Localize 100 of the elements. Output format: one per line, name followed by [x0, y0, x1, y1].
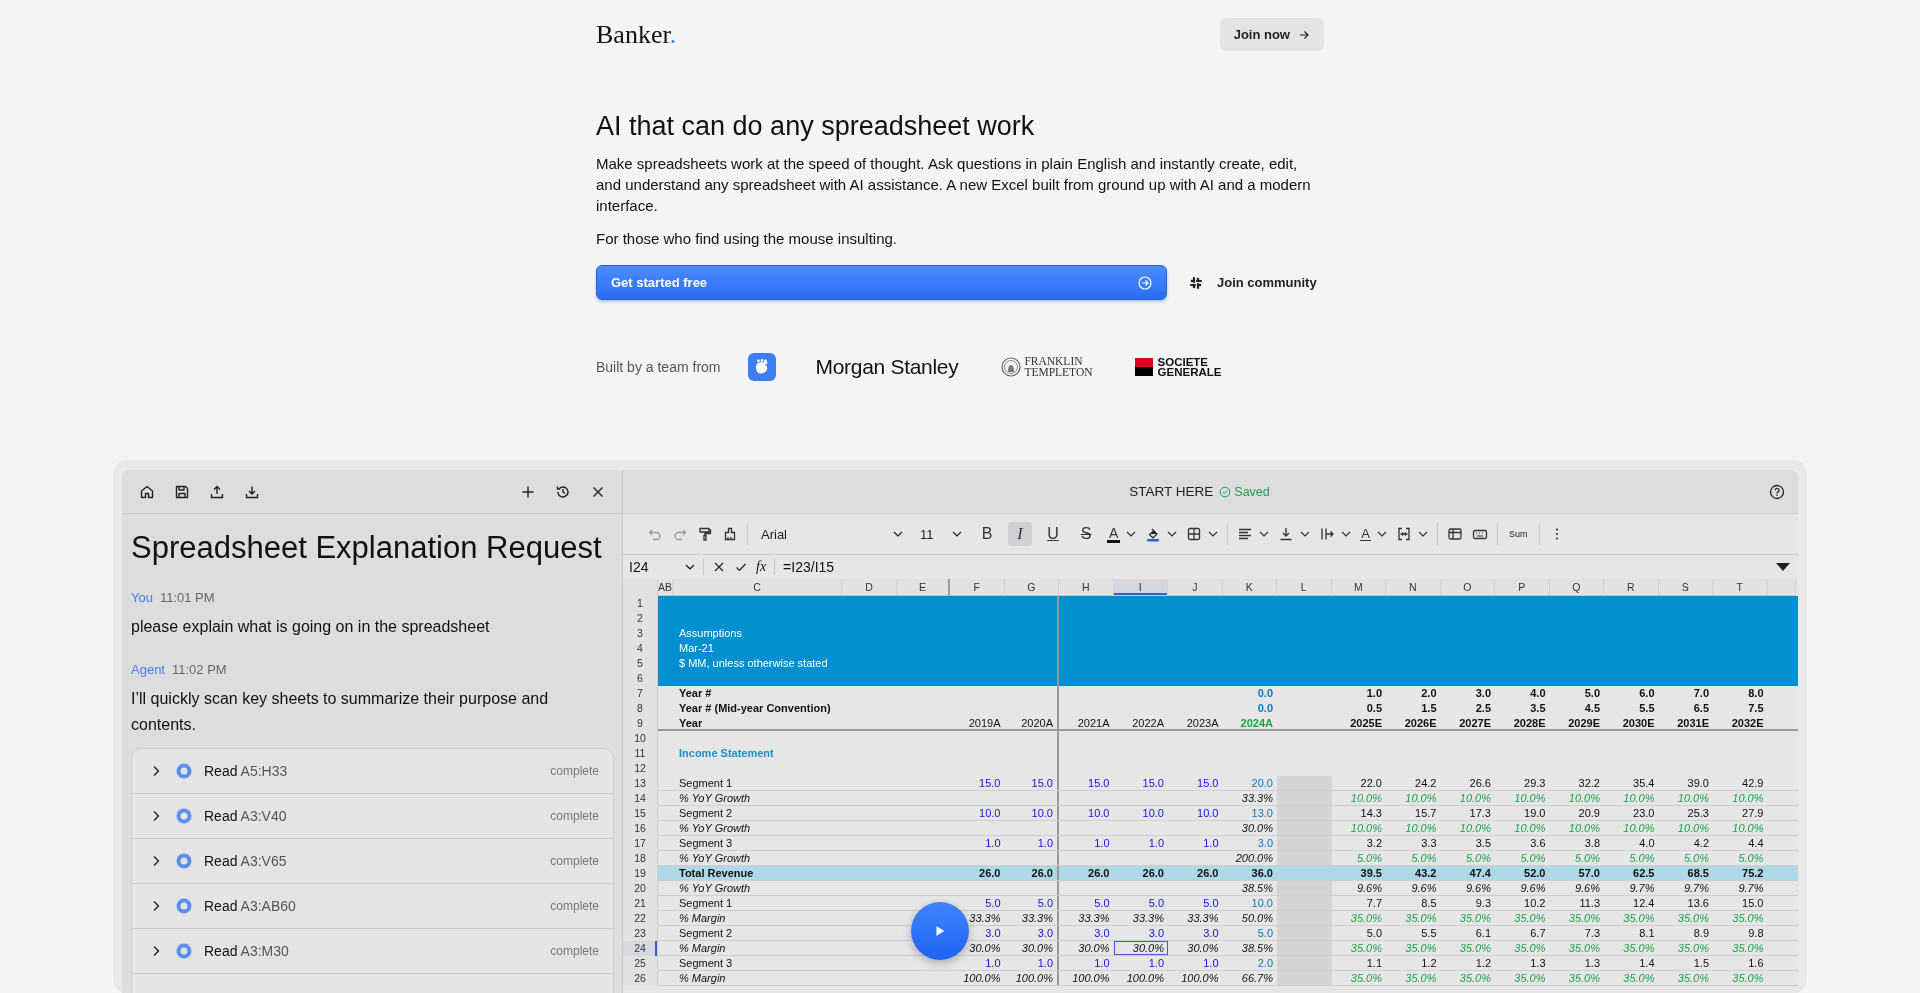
caret-icon[interactable] — [1126, 531, 1137, 537]
caret-icon[interactable] — [1259, 531, 1270, 537]
merge-cells-icon[interactable] — [1396, 526, 1412, 542]
get-started-button[interactable]: Get started free — [596, 265, 1167, 300]
brush-icon[interactable] — [722, 526, 738, 542]
row-number[interactable]: 16 — [623, 821, 658, 836]
row-number[interactable]: 1 — [623, 596, 658, 611]
row-number[interactable]: 20 — [623, 881, 658, 896]
column-header[interactable]: P — [1495, 579, 1550, 596]
column-header[interactable]: T — [1713, 579, 1768, 596]
fill-bucket-icon[interactable] — [1145, 526, 1162, 542]
table-cell-text: 35.0% — [1567, 971, 1601, 985]
cancel-icon[interactable] — [712, 560, 726, 574]
table-cell-text: 33.3% — [1077, 911, 1111, 925]
row-number[interactable]: 25 — [623, 956, 658, 971]
borders-icon[interactable] — [1186, 526, 1203, 542]
font-dropdown[interactable]: Arial — [757, 526, 907, 542]
row-number[interactable]: 5 — [623, 656, 658, 671]
save-icon[interactable] — [174, 483, 190, 500]
row-number[interactable]: 12 — [623, 761, 658, 776]
row-number[interactable]: 4 — [623, 641, 658, 656]
caret-icon[interactable] — [1377, 531, 1387, 537]
column-header[interactable]: AB — [658, 579, 673, 596]
column-header[interactable]: O — [1440, 579, 1495, 596]
column-header[interactable]: J — [1168, 579, 1223, 596]
paint-roller-icon[interactable] — [697, 526, 713, 542]
caret-icon[interactable] — [1341, 531, 1352, 537]
row-number[interactable]: 14 — [623, 791, 658, 806]
table-cell-text: 10.0% — [1622, 821, 1656, 835]
step-item[interactable]: Read A3:AB60 complete — [132, 884, 613, 929]
caret-icon[interactable] — [1208, 531, 1219, 537]
row-number[interactable]: 10 — [623, 731, 658, 746]
join-community-button[interactable]: Join community — [1189, 275, 1317, 290]
table-cell-text: 35.0% — [1349, 911, 1383, 925]
formula-field[interactable]: =I23/I15 — [783, 559, 835, 575]
row-number[interactable]: 8 — [623, 701, 658, 716]
text-style-button[interactable]: B — [975, 522, 999, 546]
row-number[interactable]: 6 — [623, 671, 658, 686]
text-color-button[interactable]: A — [1107, 525, 1121, 543]
column-header[interactable]: F — [950, 579, 1005, 596]
message-author: Agent — [131, 662, 165, 677]
column-header[interactable]: M — [1331, 579, 1386, 596]
row-number[interactable]: 9 — [623, 716, 658, 731]
step-item[interactable]: Read A3:M30 complete — [132, 929, 613, 974]
text-style-button[interactable]: I — [1008, 522, 1032, 546]
align-left-icon[interactable] — [1237, 526, 1254, 542]
column-header[interactable]: C — [673, 579, 842, 596]
column-header[interactable]: L — [1277, 579, 1332, 596]
text-wrap-icon[interactable] — [1319, 526, 1336, 542]
column-header[interactable]: E — [897, 579, 950, 596]
row-number[interactable]: 22 — [623, 911, 658, 926]
text-rotation-button[interactable]: A — [1360, 527, 1371, 541]
table-cell-text: 1.6 — [1747, 956, 1765, 970]
table-cell-text: 15.7 — [1414, 806, 1438, 820]
step-item[interactable]: Read A3:V40 complete — [132, 794, 613, 839]
row-number[interactable]: 15 — [623, 806, 658, 821]
row-number[interactable]: 2 — [623, 611, 658, 626]
font-size-dropdown[interactable]: 11 — [916, 526, 966, 542]
play-button[interactable] — [911, 902, 969, 960]
row-number[interactable]: 3 — [623, 626, 658, 641]
caret-icon[interactable] — [1167, 531, 1178, 537]
row-number[interactable]: 23 — [623, 926, 658, 941]
column-header[interactable]: H — [1059, 579, 1114, 596]
column-header[interactable]: K — [1222, 579, 1277, 596]
row-label: % YoY Growth — [679, 792, 751, 804]
row-number[interactable]: 18 — [623, 851, 658, 866]
table-cell-text: 2025E — [1349, 716, 1383, 730]
cell-name-box[interactable]: I24 — [629, 559, 695, 575]
column-header[interactable]: G — [1004, 579, 1059, 596]
row-number[interactable]: 11 — [623, 746, 658, 761]
row-number[interactable]: 17 — [623, 836, 658, 851]
row-number[interactable]: 13 — [623, 776, 658, 791]
row-number[interactable]: 21 — [623, 896, 658, 911]
caret-icon[interactable] — [1300, 531, 1311, 537]
column-header[interactable]: D — [842, 579, 897, 596]
row-number[interactable]: 24 — [623, 941, 658, 956]
join-now-button[interactable]: Join now — [1219, 18, 1324, 51]
triangle-down-icon[interactable] — [1776, 563, 1790, 571]
column-header[interactable]: S — [1658, 579, 1713, 596]
step-item[interactable]: Read A5:H33 complete — [132, 749, 613, 794]
step-item[interactable]: Read A3:V65 complete — [132, 839, 613, 884]
function-label[interactable]: fx — [756, 559, 767, 575]
table-icon[interactable] — [1447, 526, 1463, 542]
column-header[interactable]: Q — [1549, 579, 1604, 596]
logo[interactable]: Banker. — [596, 19, 677, 50]
row-number[interactable]: 19 — [623, 866, 658, 881]
text-style-button[interactable]: U — [1041, 522, 1065, 546]
help-icon[interactable] — [1769, 483, 1785, 500]
history-icon[interactable] — [555, 483, 571, 500]
row-number[interactable]: 7 — [623, 686, 658, 701]
sum-button[interactable]: Sum — [1507, 529, 1530, 539]
row-number[interactable]: 26 — [623, 971, 658, 986]
align-bottom-icon[interactable] — [1278, 526, 1295, 542]
caret-icon[interactable] — [1418, 531, 1428, 537]
text-style-button[interactable]: S — [1074, 522, 1098, 546]
upload-icon[interactable] — [209, 483, 225, 500]
column-header[interactable]: I — [1113, 579, 1168, 596]
column-header[interactable]: N — [1386, 579, 1441, 596]
column-header[interactable]: R — [1604, 579, 1659, 596]
home-icon[interactable] — [139, 483, 155, 500]
